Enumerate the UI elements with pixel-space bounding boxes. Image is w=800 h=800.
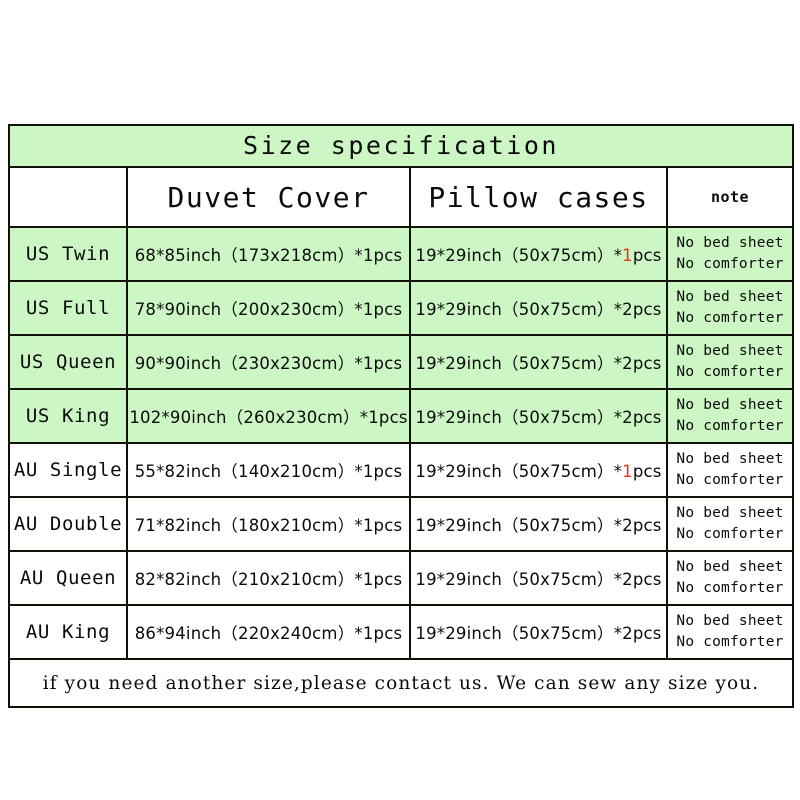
pillow-unit: pcs <box>632 246 662 265</box>
note-line-1: No bed sheet <box>676 504 784 521</box>
note-line-2: No comforter <box>676 364 784 380</box>
cell-pillow-cases: 19*29inch（50x75cm）*2pcs <box>409 280 668 336</box>
pillow-unit: pcs <box>632 570 662 589</box>
pillow-unit: pcs <box>632 624 662 643</box>
pillow-unit: pcs <box>632 516 662 535</box>
pillow-quantity: 2 <box>622 624 633 643</box>
column-header-size <box>8 166 128 228</box>
cell-note: No bed sheet No comforter <box>666 496 794 552</box>
table-row: AU Queen 82*82inch（210x210cm）*1pcs 19*29… <box>8 550 794 606</box>
table-row: US Full 78*90inch（200x230cm）*1pcs 19*29i… <box>8 280 794 336</box>
note-line-1: No bed sheet <box>676 450 784 467</box>
cell-note: No bed sheet No comforter <box>666 334 794 390</box>
title-row: Size specification <box>8 124 794 168</box>
note-line-2: No comforter <box>676 256 784 272</box>
note-line-1: No bed sheet <box>676 342 784 359</box>
cell-size: AU Single <box>8 442 128 498</box>
note-line-2: No comforter <box>676 526 784 542</box>
cell-size: US Twin <box>8 226 128 282</box>
column-header-duvet-cover: Duvet Cover <box>126 166 411 228</box>
table-row: US Twin 68*85inch（173x218cm）*1pcs 19*29i… <box>8 226 794 282</box>
pillow-spec-text: 19*29inch（50x75cm）* <box>415 462 623 481</box>
pillow-spec-text: 19*29inch（50x75cm）* <box>415 300 623 319</box>
table-row: AU Single 55*82inch（140x210cm）*1pcs 19*2… <box>8 442 794 498</box>
cell-size: US King <box>8 388 128 444</box>
cell-pillow-cases: 19*29inch（50x75cm）*2pcs <box>409 388 668 444</box>
table-row: AU King 86*94inch（220x240cm）*1pcs 19*29i… <box>8 604 794 660</box>
page-canvas: Size specification Duvet Cover Pillow ca… <box>0 0 800 800</box>
column-header-note: note <box>666 166 794 228</box>
footer-row: if you need another size,please contact … <box>8 658 794 708</box>
table-title: Size specification <box>8 124 794 168</box>
cell-pillow-cases: 19*29inch（50x75cm）*1pcs <box>409 442 668 498</box>
pillow-quantity: 1 <box>622 246 633 265</box>
cell-pillow-cases: 19*29inch（50x75cm）*2pcs <box>409 496 668 552</box>
note-line-1: No bed sheet <box>676 612 784 629</box>
note-line-1: No bed sheet <box>676 234 784 251</box>
pillow-quantity: 2 <box>622 300 633 319</box>
pillow-spec-text: 19*29inch（50x75cm）* <box>415 246 623 265</box>
pillow-spec-text: 19*29inch（50x75cm）* <box>415 354 623 373</box>
cell-size: AU Double <box>8 496 128 552</box>
pillow-quantity: 2 <box>622 408 633 427</box>
table-row: US Queen 90*90inch（230x230cm）*1pcs 19*29… <box>8 334 794 390</box>
pillow-quantity: 1 <box>622 462 633 481</box>
cell-duvet-cover: 86*94inch（220x240cm）*1pcs <box>126 604 411 660</box>
cell-note: No bed sheet No comforter <box>666 280 794 336</box>
cell-note: No bed sheet No comforter <box>666 388 794 444</box>
pillow-unit: pcs <box>632 462 662 481</box>
note-line-1: No bed sheet <box>676 558 784 575</box>
table-row: US King 102*90inch（260x230cm）*1pcs 19*29… <box>8 388 794 444</box>
cell-duvet-cover: 102*90inch（260x230cm）*1pcs <box>126 388 411 444</box>
cell-size: US Queen <box>8 334 128 390</box>
note-line-1: No bed sheet <box>676 396 784 413</box>
cell-duvet-cover: 55*82inch（140x210cm）*1pcs <box>126 442 411 498</box>
cell-duvet-cover: 68*85inch（173x218cm）*1pcs <box>126 226 411 282</box>
note-line-2: No comforter <box>676 472 784 488</box>
custom-size-note: if you need another size,please contact … <box>8 658 794 708</box>
cell-note: No bed sheet No comforter <box>666 442 794 498</box>
cell-note: No bed sheet No comforter <box>666 604 794 660</box>
cell-duvet-cover: 71*82inch（180x210cm）*1pcs <box>126 496 411 552</box>
pillow-spec-text: 19*29inch（50x75cm）* <box>415 624 623 643</box>
cell-size: AU King <box>8 604 128 660</box>
cell-duvet-cover: 82*82inch（210x210cm）*1pcs <box>126 550 411 606</box>
cell-pillow-cases: 19*29inch（50x75cm）*2pcs <box>409 334 668 390</box>
table-row: AU Double 71*82inch（180x210cm）*1pcs 19*2… <box>8 496 794 552</box>
note-line-1: No bed sheet <box>676 288 784 305</box>
cell-note: No bed sheet No comforter <box>666 226 794 282</box>
header-row: Duvet Cover Pillow cases note <box>8 166 794 228</box>
cell-size: US Full <box>8 280 128 336</box>
cell-size: AU Queen <box>8 550 128 606</box>
pillow-quantity: 2 <box>622 570 633 589</box>
pillow-quantity: 2 <box>622 354 633 373</box>
cell-note: No bed sheet No comforter <box>666 550 794 606</box>
pillow-unit: pcs <box>632 408 662 427</box>
cell-duvet-cover: 90*90inch（230x230cm）*1pcs <box>126 334 411 390</box>
cell-pillow-cases: 19*29inch（50x75cm）*2pcs <box>409 604 668 660</box>
size-specification-table: Size specification Duvet Cover Pillow ca… <box>8 124 794 708</box>
note-line-2: No comforter <box>676 310 784 326</box>
pillow-unit: pcs <box>632 354 662 373</box>
note-line-2: No comforter <box>676 580 784 596</box>
pillow-spec-text: 19*29inch（50x75cm）* <box>415 570 623 589</box>
note-line-2: No comforter <box>676 418 784 434</box>
pillow-spec-text: 19*29inch（50x75cm）* <box>415 408 623 427</box>
cell-pillow-cases: 19*29inch（50x75cm）*2pcs <box>409 550 668 606</box>
table-body: Size specification Duvet Cover Pillow ca… <box>8 124 794 708</box>
column-header-pillow-cases: Pillow cases <box>409 166 668 228</box>
cell-duvet-cover: 78*90inch（200x230cm）*1pcs <box>126 280 411 336</box>
note-line-2: No comforter <box>676 634 784 650</box>
pillow-quantity: 2 <box>622 516 633 535</box>
cell-pillow-cases: 19*29inch（50x75cm）*1pcs <box>409 226 668 282</box>
pillow-unit: pcs <box>632 300 662 319</box>
pillow-spec-text: 19*29inch（50x75cm）* <box>415 516 623 535</box>
